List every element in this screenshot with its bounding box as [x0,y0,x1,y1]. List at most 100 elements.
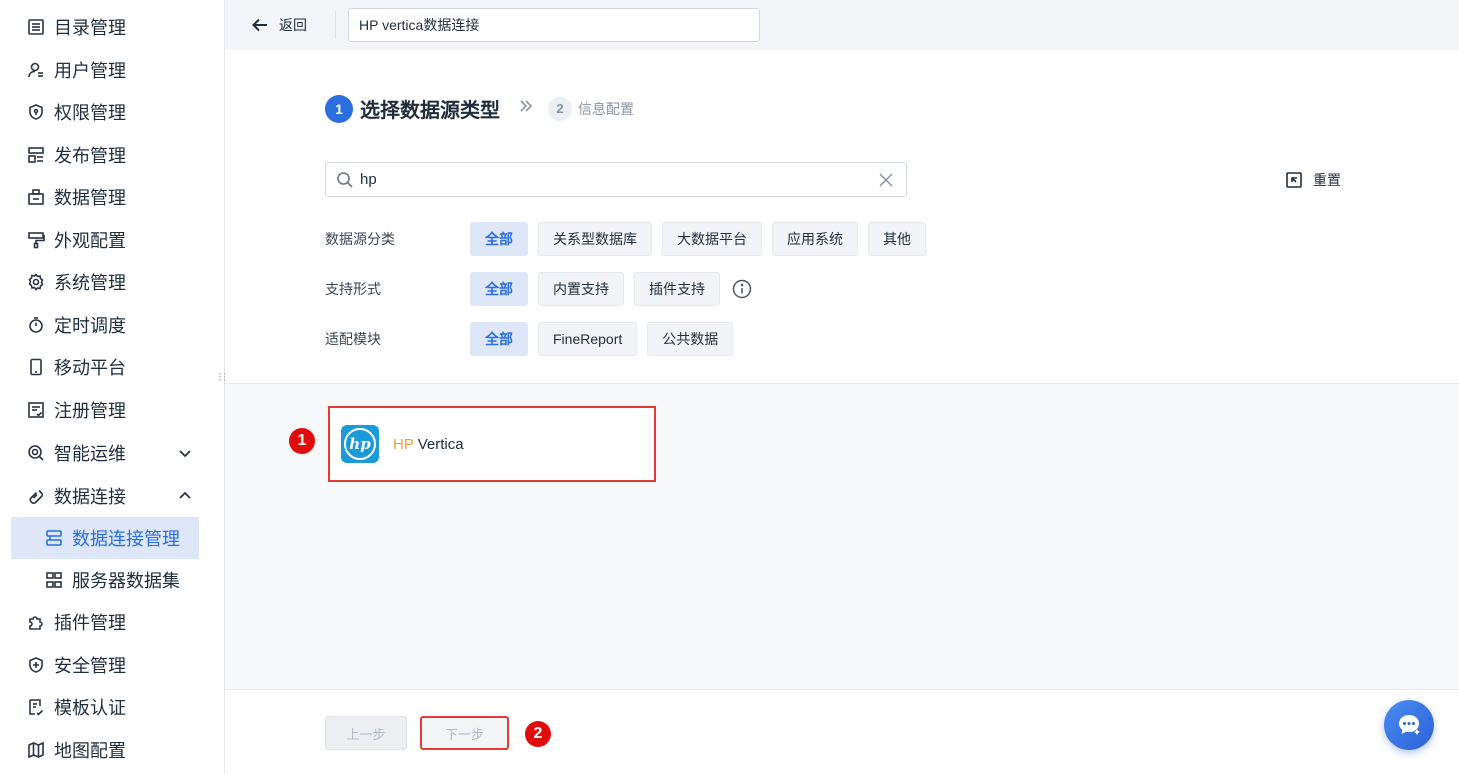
sidebar-item-label: 目录管理 [54,18,126,38]
back-button[interactable]: 返回 [251,15,307,35]
timer-icon [26,315,46,335]
filter-chip-bigdata[interactable]: 大数据平台 [662,222,762,256]
sidebar-item-label: 数据连接 [54,487,126,507]
sidebar-item-label: 系统管理 [54,273,126,293]
sidebar-item-label: 注册管理 [54,401,126,421]
filter-chip-relational[interactable]: 关系型数据库 [538,222,652,256]
sidebar-item-label: 智能运维 [54,444,126,464]
datasource-name-rest: Vertica [413,435,464,453]
user-icon [26,60,46,80]
sidebar-item-catalog[interactable]: 目录管理 [0,7,225,47]
filter-chip-builtin[interactable]: 内置支持 [538,272,624,306]
connection-name-input[interactable] [348,8,760,42]
sidebar-item-server-dataset[interactable]: 服务器数据集 [0,560,225,600]
filter-chip-other[interactable]: 其他 [868,222,926,256]
step-1-number: 1 [325,94,353,123]
sidebar-item-label: 地图配置 [54,741,126,761]
step-1-title: 选择数据源类型 [360,100,500,122]
sidebar-item-data-connection[interactable]: 数据连接 [0,476,225,516]
sidebar-item-label: 外观配置 [54,231,126,251]
step-2-number: 2 [548,96,572,121]
sidebar-item-template[interactable]: 模板认证 [0,687,225,727]
reset-label: 重置 [1313,172,1341,188]
hp-logo-text: hp [344,428,376,460]
filter-chip-plugin[interactable]: 插件支持 [634,272,720,306]
security-icon [26,655,46,675]
annotation-badge-1: 1 [289,428,315,454]
sidebar-item-permissions[interactable]: 权限管理 [0,92,225,132]
chat-assistant-button[interactable] [1384,700,1434,750]
sidebar-item-plugins[interactable]: 插件管理 [0,602,225,642]
sidebar-item-mobile[interactable]: 移动平台 [0,347,225,387]
hp-logo-icon: hp [341,425,379,463]
sidebar-item-label: 插件管理 [54,613,126,633]
sidebar-item-label: 定时调度 [54,316,126,336]
filter-row-support: 支持形式 全部 内置支持 插件支持 [325,272,752,306]
search-match-highlight: HP [393,435,414,453]
sidebar-item-label: 用户管理 [54,61,126,81]
step-2-title: 信息配置 [578,100,634,117]
sidebar-item-connection-manage[interactable]: 数据连接管理 [11,517,199,559]
sidebar-item-label: 权限管理 [54,103,126,123]
sidebar-item-ops[interactable]: 智能运维 [0,433,225,473]
filter-label: 数据源分类 [325,231,395,247]
sidebar-item-schedule[interactable]: 定时调度 [0,305,225,345]
prev-step-button[interactable]: 上一步 [325,716,407,750]
sidebar-item-users[interactable]: 用户管理 [0,50,225,90]
search-input[interactable] [360,171,878,188]
chevron-down-icon[interactable] [177,445,193,461]
datasource-card-hp-vertica[interactable]: hp HP Vertica [328,406,656,482]
sidebar-item-map[interactable]: 地图配置 [0,730,225,770]
sidebar-item-data[interactable]: 数据管理 [0,177,225,217]
shield-icon [26,102,46,122]
sidebar-item-appearance[interactable]: 外观配置 [0,220,225,260]
connection-icon [44,528,64,548]
filter-row-category: 数据源分类 全部 关系型数据库 大数据平台 应用系统 其他 [325,222,936,256]
filter-label: 适配模块 [325,331,381,347]
reset-button[interactable]: 重置 [1285,170,1341,190]
sidebar-item-register[interactable]: 注册管理 [0,390,225,430]
next-step-button[interactable]: 下一步 [420,716,509,750]
filter-chip-all[interactable]: 全部 [470,222,528,256]
search-box [325,162,907,197]
reset-icon [1286,172,1302,188]
sidebar-item-system[interactable]: 系统管理 [0,262,225,302]
results-area: 1 hp HP Vertica [225,383,1459,689]
double-chevron-right-icon [518,98,534,119]
sidebar-item-label: 模板认证 [54,698,126,718]
server-dataset-icon [44,570,64,590]
back-label: 返回 [279,17,307,33]
filter-row-module: 适配模块 全部 FineReport 公共数据 [325,322,743,356]
mobile-icon [26,357,46,377]
sidebar-item-label: 数据连接管理 [72,529,180,549]
datasource-name: HP Vertica [393,436,464,453]
sidebar-item-label: 安全管理 [54,656,126,676]
search-icon [336,171,354,189]
close-icon[interactable] [878,172,894,188]
sidebar-item-publish[interactable]: 发布管理 [0,135,225,175]
gear-icon [26,272,46,292]
sidebar-item-label: 服务器数据集 [72,571,180,591]
filter-chip-public-data[interactable]: 公共数据 [647,322,734,356]
sidebar-item-label: 移动平台 [54,358,126,378]
filter-chip-all[interactable]: 全部 [470,272,528,306]
top-bar: 返回 [225,0,1459,50]
filter-chip-finereport[interactable]: FineReport [538,322,638,356]
footer: 上一步 下一步 2 [225,689,1459,774]
link-icon [26,486,46,506]
info-icon[interactable] [732,279,752,299]
filter-label: 支持形式 [325,281,381,297]
sidebar-item-security[interactable]: 安全管理 [0,645,225,685]
arrow-left-icon [252,18,267,32]
ops-icon [26,443,46,463]
filter-chip-application[interactable]: 应用系统 [772,222,858,256]
main-panel: 1 选择数据源类型 2 信息配置 重置 数据源分类 全部 关系型数据库 大数据平… [225,50,1459,383]
filter-chip-all[interactable]: 全部 [470,322,528,356]
divider [335,11,336,39]
step-indicator: 1 选择数据源类型 2 信息配置 [325,94,634,123]
list-icon [26,17,46,37]
plugin-icon [26,612,46,632]
register-icon [26,400,46,420]
chevron-up-icon[interactable] [177,488,193,504]
sidebar-item-label: 发布管理 [54,146,126,166]
